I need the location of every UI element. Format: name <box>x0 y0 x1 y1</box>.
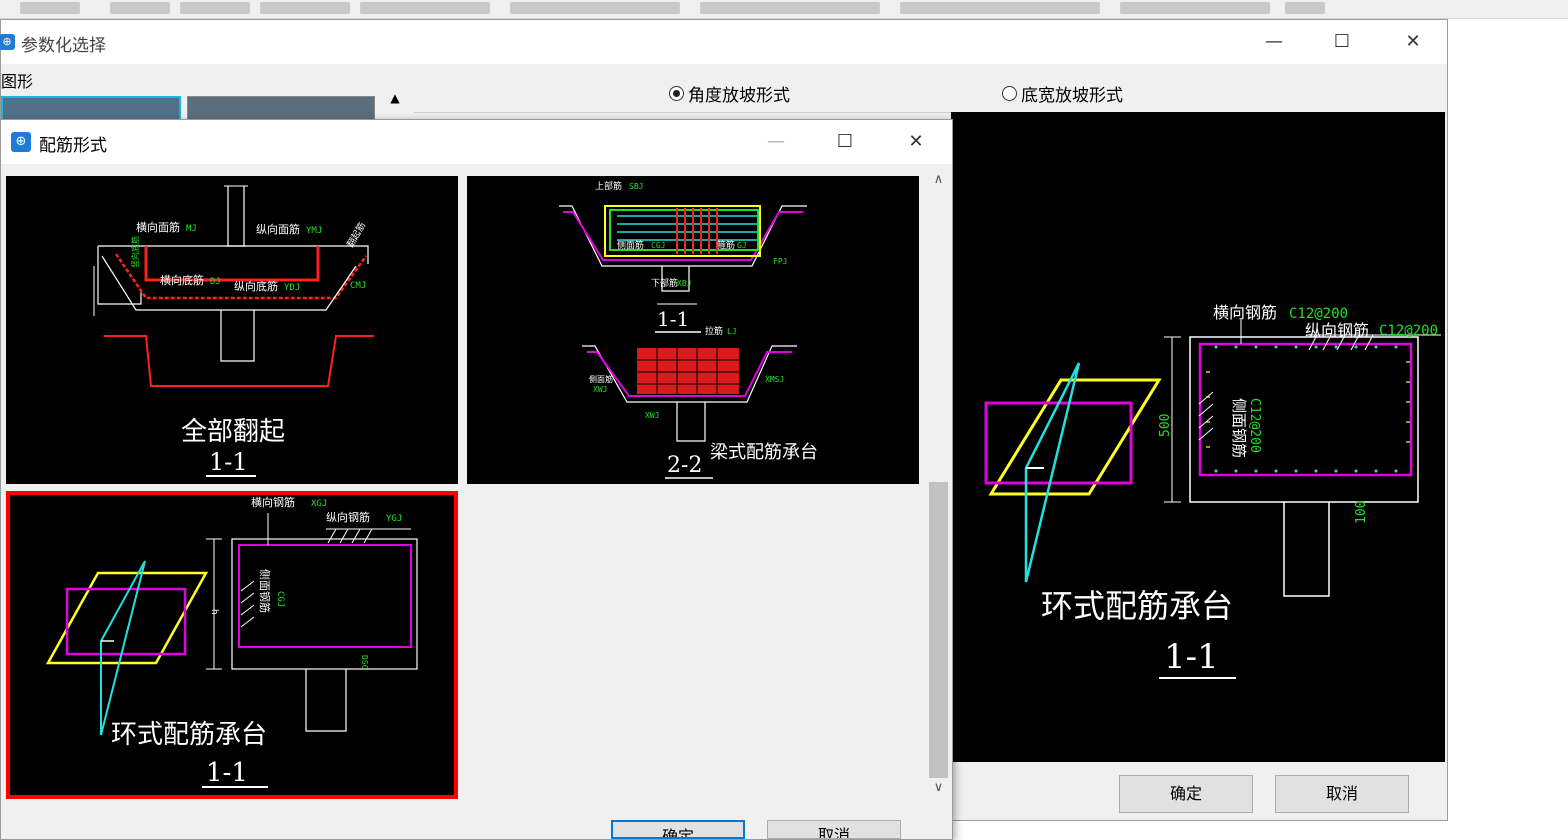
item-2-label-6: 下部筋 <box>651 277 678 289</box>
radio-angle-slope[interactable]: 角度放坡形式 <box>669 81 790 106</box>
item-1-caption: 全部翻起 <box>181 417 285 447</box>
item-3-label-0: 横向钢筋 <box>251 495 295 509</box>
shape-group-label: 图形 <box>1 72 34 91</box>
preview-dim-height: 500 <box>1158 414 1173 437</box>
minimize-icon[interactable]: — <box>753 127 799 157</box>
radio-bottom-label: 底宽放坡形式 <box>1021 86 1123 106</box>
slope-mode-bar: 角度放坡形式 底宽放坡形式 <box>414 68 1446 113</box>
item-3-label-3: YGJ <box>386 514 402 524</box>
preview-value-longitudinal: C12@200 <box>1379 323 1438 339</box>
item-2-label-2: 侧面筋 <box>617 239 644 251</box>
window-title: 参数化选择 <box>21 36 106 56</box>
minimize-icon[interactable]: — <box>1251 27 1297 57</box>
preview-drawing: 横向钢筋 C12@200 纵向钢筋 C12@200 侧面钢筋 C12@200 5… <box>951 112 1445 762</box>
scroll-down-icon[interactable]: ∨ <box>927 780 950 795</box>
item-1-label-1: MJ <box>186 224 197 234</box>
title-bar: ⊕ 参数化选择 — ☐ ✕ <box>0 20 1447 64</box>
shape-group: 图形 ▲ <box>1 66 411 128</box>
rebar-form-grid: 横向面筋 MJ 纵向面筋 YMJ 横向底筋 DJ 纵向底筋 YDJ CMJ 竖向… <box>1 167 927 799</box>
preview-dim-bottom: 100 <box>1354 501 1369 524</box>
preview-label-transverse: 横向钢筋 <box>1213 303 1277 322</box>
rebar-form-item-1[interactable]: 横向面筋 MJ 纵向面筋 YMJ 横向底筋 DJ 纵向底筋 YDJ CMJ 竖向… <box>6 176 458 484</box>
scroll-up-icon[interactable]: ▲ <box>383 91 407 119</box>
item-2-label-11: 侧面筋 <box>589 374 613 384</box>
item-3-label-1: XGJ <box>311 499 327 509</box>
preview-label-longitudinal: 纵向钢筋 <box>1305 321 1369 340</box>
item-2-label-12: XWJ <box>593 385 607 394</box>
item-1-label-0: 横向面筋 <box>136 220 180 234</box>
item-2-caption: 梁式配筋承台 <box>710 442 818 463</box>
item-3-label-5: CGJ <box>275 591 285 607</box>
preview-caption: 环式配筋承台 <box>1041 587 1233 625</box>
preview-cap-outline <box>1189 336 1419 503</box>
item-2-drawing: 上部筋 SBJ 侧面筋 CGJ 箍筋 GJ 下部筋 XBJ FPJ 拉筋 LJ … <box>559 180 818 479</box>
preview-value-side: C12@200 <box>1247 398 1262 453</box>
dialog-title-bar: ⊕ 配筋形式 — ☐ ✕ <box>1 120 952 164</box>
item-2-label-5: GJ <box>737 241 747 250</box>
item-2-label-1: SBJ <box>629 182 643 191</box>
item-3-caption: 环式配筋承台 <box>111 720 267 750</box>
item-2-label-13: XWJ <box>645 411 659 420</box>
dialog-title: 配筋形式 <box>39 136 107 156</box>
preview-label-side: 侧面钢筋 <box>1230 398 1248 458</box>
item-2-label-7: XBJ <box>677 279 691 288</box>
item-1-label-7: YDJ <box>284 283 300 293</box>
item-3-label-6: h <box>209 609 219 615</box>
app-icon: ⊕ <box>0 34 15 50</box>
item-2-label-0: 上部筋 <box>595 180 622 192</box>
radio-angle-label: 角度放坡形式 <box>688 86 790 106</box>
dialog-cancel-button[interactable]: 取消 <box>767 820 901 839</box>
item-1-label-3: YMJ <box>306 226 322 236</box>
scrollbar-thumb[interactable] <box>929 482 948 778</box>
item-2-label-8: FPJ <box>773 257 787 266</box>
preview-section: 1-1 <box>1164 637 1219 677</box>
cancel-button[interactable]: 取消 <box>1275 775 1409 813</box>
preview-column <box>1283 502 1330 597</box>
item-1-section: 1-1 <box>209 448 248 476</box>
item-2-label-10: LJ <box>727 327 737 336</box>
scroll-up-icon[interactable]: ∧ <box>927 172 950 187</box>
close-icon[interactable]: ✕ <box>893 127 939 157</box>
item-2-section-top: 1-1 <box>657 307 689 331</box>
radio-selected-icon[interactable] <box>669 86 684 101</box>
item-1-drawing: 横向面筋 MJ 纵向面筋 YMJ 横向底筋 DJ 纵向底筋 YDJ CMJ 竖向… <box>93 185 374 477</box>
item-3-label-7: DSC <box>360 655 369 670</box>
maximize-icon[interactable]: ☐ <box>1319 27 1365 57</box>
ok-button[interactable]: 确定 <box>1119 775 1253 813</box>
background-taskbar <box>0 0 1568 19</box>
item-1-label-4: 横向底筋 <box>160 273 204 287</box>
rebar-form-dialog: ⊕ 配筋形式 — ☐ ✕ 横向面筋 MJ 纵向面筋 YMJ 横向底筋 DJ 纵向… <box>0 119 953 840</box>
item-2-label-14: XMSJ <box>765 375 784 384</box>
item-1-label-9: 竖向底筋 <box>130 236 140 268</box>
item-3-section: 1-1 <box>206 758 248 788</box>
item-2-label-4: 箍筋 <box>717 239 735 251</box>
item-2-label-3: CGJ <box>651 241 665 250</box>
radio-unselected-icon[interactable] <box>1002 86 1017 101</box>
item-3-label-2: 纵向钢筋 <box>326 510 370 524</box>
dialog-ok-button[interactable]: 确定 <box>611 820 745 839</box>
item-1-label-6: 纵向底筋 <box>234 279 278 293</box>
item-3-drawing: 横向钢筋 XGJ 纵向钢筋 YGJ 侧面钢筋 CGJ h DSC 环式配筋承台 … <box>45 495 418 788</box>
maximize-icon[interactable]: ☐ <box>822 127 868 157</box>
rebar-form-item-2[interactable]: 上部筋 SBJ 侧面筋 CGJ 箍筋 GJ 下部筋 XBJ FPJ 拉筋 LJ … <box>467 176 919 484</box>
item-2-section-bottom: 2-2 <box>667 453 702 478</box>
item-2-label-9: 拉筋 <box>705 325 723 337</box>
item-1-label-2: 纵向面筋 <box>256 222 300 236</box>
radio-bottom-width-slope[interactable]: 底宽放坡形式 <box>1002 81 1123 106</box>
item-1-label-5: DJ <box>210 277 221 287</box>
preview-svg: 横向钢筋 C12@200 纵向钢筋 C12@200 侧面钢筋 C12@200 5… <box>984 303 1441 679</box>
item-1-label-8: CMJ <box>350 281 366 291</box>
item-3-label-4: 侧面钢筋 <box>258 569 272 613</box>
preview-value-transverse: C12@200 <box>1289 306 1348 322</box>
item-1-label-10: 翻起筋 <box>344 220 368 249</box>
rebar-form-item-3[interactable]: 横向钢筋 XGJ 纵向钢筋 YGJ 侧面钢筋 CGJ h DSC 环式配筋承台 … <box>6 491 458 799</box>
preview-yellow-plane <box>988 378 1162 496</box>
close-icon[interactable]: ✕ <box>1390 27 1436 57</box>
dialog-app-icon: ⊕ <box>11 132 31 152</box>
